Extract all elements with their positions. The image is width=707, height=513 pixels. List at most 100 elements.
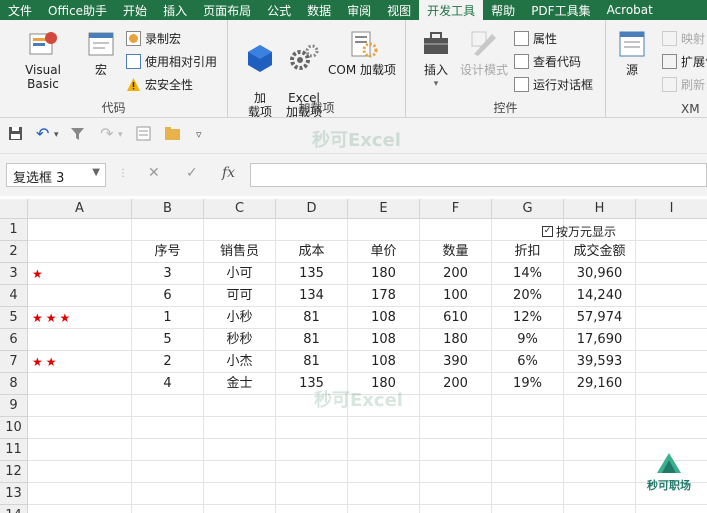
cell-g13[interactable]: [492, 483, 564, 505]
cell-h14[interactable]: [564, 505, 636, 513]
tab-12[interactable]: Acrobat: [599, 0, 661, 20]
cell-e13[interactable]: [348, 483, 420, 505]
tab-11[interactable]: PDF工具集: [523, 0, 598, 20]
cell-h13[interactable]: [564, 483, 636, 505]
cell-h6[interactable]: 17,690: [564, 329, 636, 351]
row-header-12[interactable]: 12: [0, 461, 28, 483]
cell-f14[interactable]: [420, 505, 492, 513]
cell-a14[interactable]: [28, 505, 132, 513]
tab-8[interactable]: 视图: [379, 0, 419, 20]
cell-h7[interactable]: 39,593: [564, 351, 636, 373]
insert-function-icon[interactable]: fx: [222, 165, 235, 181]
cancel-icon[interactable]: ✕: [148, 165, 160, 181]
row-header-13[interactable]: 13: [0, 483, 28, 505]
cell-d5[interactable]: 81: [276, 307, 348, 329]
cell-e5[interactable]: 108: [348, 307, 420, 329]
cell-d4[interactable]: 134: [276, 285, 348, 307]
cell-d3[interactable]: 135: [276, 263, 348, 285]
cell-d13[interactable]: [276, 483, 348, 505]
cell-d1[interactable]: [276, 219, 348, 241]
cell-i3[interactable]: [636, 263, 707, 285]
cell-f12[interactable]: [420, 461, 492, 483]
cell-g6[interactable]: 9%: [492, 329, 564, 351]
cell-c9[interactable]: [204, 395, 276, 417]
cell-b4[interactable]: 6: [132, 285, 204, 307]
cell-c4[interactable]: 可可: [204, 285, 276, 307]
insert-control-button[interactable]: 插入 ▾: [416, 28, 456, 91]
row-header-2[interactable]: 2: [0, 241, 28, 263]
tab-0[interactable]: 文件: [0, 0, 40, 20]
column-header-a[interactable]: A: [28, 199, 132, 219]
table-header[interactable]: 销售员: [204, 241, 276, 263]
cell-c10[interactable]: [204, 417, 276, 439]
cell-c8[interactable]: 金士: [204, 373, 276, 395]
cell-b1[interactable]: [132, 219, 204, 241]
cell-b14[interactable]: [132, 505, 204, 513]
column-header-c[interactable]: C: [204, 199, 276, 219]
column-header-h[interactable]: H: [564, 199, 636, 219]
undo-dropdown-icon[interactable]: ▾: [54, 130, 59, 140]
rating-stars[interactable]: [28, 373, 132, 395]
cell-i2[interactable]: [636, 241, 707, 263]
cell-f6[interactable]: 180: [420, 329, 492, 351]
cell-e3[interactable]: 180: [348, 263, 420, 285]
cell-e1[interactable]: [348, 219, 420, 241]
checkbox-check-icon[interactable]: ✓: [542, 226, 553, 237]
macro-security-button[interactable]: 宏安全性: [126, 76, 193, 93]
rating-stars[interactable]: [28, 285, 132, 307]
row-header-11[interactable]: 11: [0, 439, 28, 461]
redo-dropdown-icon[interactable]: ▾: [118, 130, 123, 140]
view-code-button[interactable]: 查看代码: [514, 53, 581, 70]
record-macro-button[interactable]: 录制宏: [126, 30, 181, 47]
cell-c13[interactable]: [204, 483, 276, 505]
cell-e11[interactable]: [348, 439, 420, 461]
cell-f13[interactable]: [420, 483, 492, 505]
visual-basic-button[interactable]: Visual Basic: [8, 28, 78, 91]
cell-i14[interactable]: [636, 505, 707, 513]
rating-stars[interactable]: ★★: [28, 351, 132, 373]
cell-a11[interactable]: [28, 439, 132, 461]
cell-c3[interactable]: 小可: [204, 263, 276, 285]
cell-d12[interactable]: [276, 461, 348, 483]
row-header-4[interactable]: 4: [0, 285, 28, 307]
column-header-d[interactable]: D: [276, 199, 348, 219]
table-header[interactable]: 单价: [348, 241, 420, 263]
design-mode-button[interactable]: 设计模式: [456, 28, 512, 77]
properties-button[interactable]: 属性: [514, 30, 557, 47]
form-icon[interactable]: [136, 126, 151, 145]
cell-e7[interactable]: 108: [348, 351, 420, 373]
cell-f9[interactable]: [420, 395, 492, 417]
select-all-corner[interactable]: [0, 199, 28, 219]
row-header-1[interactable]: 1: [0, 219, 28, 241]
cell-b11[interactable]: [132, 439, 204, 461]
cell-i8[interactable]: [636, 373, 707, 395]
cell-g4[interactable]: 20%: [492, 285, 564, 307]
filter-icon[interactable]: [70, 126, 85, 145]
column-header-i[interactable]: I: [636, 199, 707, 219]
cell-h9[interactable]: [564, 395, 636, 417]
tab-2[interactable]: 开始: [115, 0, 155, 20]
cell-g7[interactable]: 6%: [492, 351, 564, 373]
cell-b12[interactable]: [132, 461, 204, 483]
cell-f10[interactable]: [420, 417, 492, 439]
cell-f7[interactable]: 390: [420, 351, 492, 373]
run-dialog-button[interactable]: 运行对话框: [514, 76, 593, 93]
cell-g8[interactable]: 19%: [492, 373, 564, 395]
row-header-6[interactable]: 6: [0, 329, 28, 351]
cell-h5[interactable]: 57,974: [564, 307, 636, 329]
cell-f4[interactable]: 100: [420, 285, 492, 307]
formula-bar-grip-icon[interactable]: ⋮: [118, 168, 128, 179]
column-header-g[interactable]: G: [492, 199, 564, 219]
cell-g3[interactable]: 14%: [492, 263, 564, 285]
row-header-9[interactable]: 9: [0, 395, 28, 417]
refresh-data-button[interactable]: 刷新: [662, 76, 705, 93]
cell-d14[interactable]: [276, 505, 348, 513]
cell-b3[interactable]: 3: [132, 263, 204, 285]
cell-c14[interactable]: [204, 505, 276, 513]
table-header[interactable]: 成交金额: [564, 241, 636, 263]
show-in-ten-thousands-checkbox[interactable]: ✓ 按万元显示: [542, 223, 616, 240]
cell-c1[interactable]: [204, 219, 276, 241]
cell-f11[interactable]: [420, 439, 492, 461]
cell-d6[interactable]: 81: [276, 329, 348, 351]
row-header-10[interactable]: 10: [0, 417, 28, 439]
